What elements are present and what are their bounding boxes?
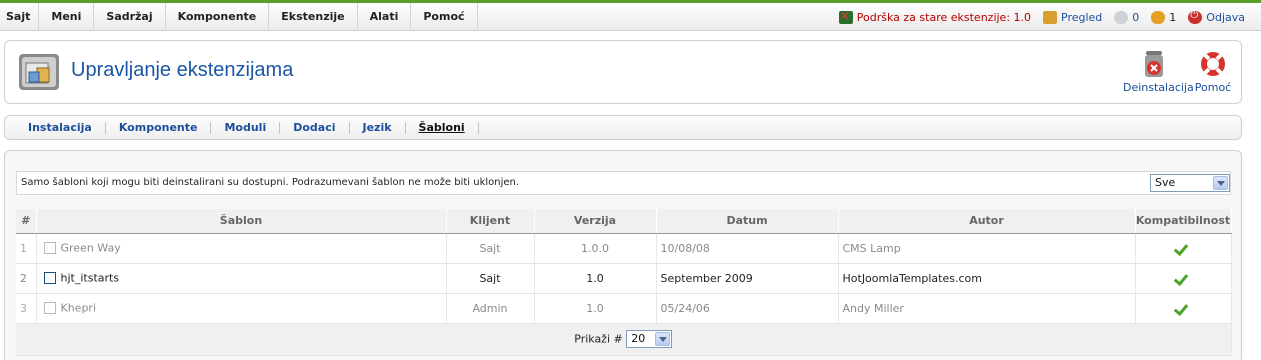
menu-item-menus[interactable]: Meni [39,3,95,31]
col-header-version: Verzija [534,209,657,234]
table-header-row: # Šablon Klijent Verzija Datum Autor Kom… [16,209,1232,234]
version-cell: 1.0 [534,293,657,324]
filter-message: Samo šabloni koji mogu biti deinstaliran… [21,177,520,188]
messages-status[interactable]: 0 [1114,10,1139,24]
compat-cell [1135,293,1232,324]
users-status: 1 [1151,10,1177,24]
main-menu: Sajt Meni Sadržaj Komponente Ekstenzije … [0,3,478,31]
date-cell: September 2009 [656,263,839,294]
messages-count[interactable]: 0 [1132,11,1139,24]
col-header-client: Klijent [446,209,535,234]
compat-cell [1135,233,1232,264]
template-name: Khepri [60,301,97,315]
author-cell: CMS Lamp [838,233,1136,264]
preview-label[interactable]: Pregled [1061,11,1102,24]
extension-submenu: Instalacija Komponente Moduli Dodaci Jez… [4,115,1242,140]
client-cell: Sajt [446,263,535,294]
version-cell: 1.0.0 [534,233,657,264]
lifebuoy-icon [1201,52,1225,76]
legacy-icon [838,9,853,24]
menu-item-help[interactable]: Pomoć [411,3,478,31]
template-name: hjt_itstarts [60,271,120,285]
menu-item-tools[interactable]: Alati [358,3,412,31]
check-icon [1176,302,1190,312]
table-row: 2 hjt_itstarts Sajt 1.0 September 2009 H… [16,263,1232,294]
menu-item-components[interactable]: Komponente [166,3,270,31]
pager-label: Prikaži # [574,332,623,346]
menu-item-extensions[interactable]: Ekstenzije [269,3,358,31]
row-num: 1 [16,233,37,264]
date-cell: 05/24/06 [656,293,839,324]
tab-modules[interactable]: Moduli [211,121,281,134]
author-cell: Andy Miller [838,293,1136,324]
trash-icon [1145,51,1163,77]
check-icon [1176,272,1190,282]
client-cell: Sajt [446,233,535,264]
pagination-cell: Prikaži # 20 [16,322,1232,356]
col-header-template[interactable]: Šablon [36,209,447,234]
row-num: 2 [16,263,37,294]
help-label: Pomoć [1194,81,1232,94]
template-cell: hjt_itstarts [36,263,447,294]
messages-icon [1114,10,1129,24]
legacy-status: Podrška za stare ekstenzije: 1.0 [838,9,1032,24]
logout-link[interactable]: Odjava [1188,10,1245,24]
row-checkbox [43,242,56,255]
template-name: Green Way [60,241,121,255]
col-header-author: Autor [838,209,1136,234]
col-header-compatibility: Kompatibilnost [1135,209,1232,234]
users-count: 1 [1169,10,1177,24]
menu-item-content[interactable]: Sadržaj [94,3,166,31]
table-row: 3 Khepri Admin 1.0 05/24/06 Andy Miller [16,293,1232,324]
uninstall-button[interactable]: Deinstalacija [1123,49,1194,99]
tab-templates[interactable]: Šabloni [406,121,479,134]
status-area: Podrška za stare ekstenzije: 1.0 Pregled… [827,3,1245,31]
col-header-date: Datum [656,209,839,234]
preview-link[interactable]: Pregled [1043,10,1102,24]
client-filter-value: Sve [1155,176,1176,189]
row-checkbox[interactable] [43,272,56,285]
uninstall-label: Deinstalacija [1123,81,1194,94]
check-icon [1176,242,1190,252]
extension-manager-icon [19,54,59,90]
tab-languages[interactable]: Jezik [350,121,406,134]
author-cell: HotJoomlaTemplates.com [838,263,1136,294]
pagination-row: Prikaži # 20 [16,322,1232,356]
users-icon [1151,10,1166,24]
tab-components[interactable]: Komponente [106,121,212,134]
logout-label[interactable]: Odjava [1206,11,1245,24]
legacy-label: Podrška za stare ekstenzije: 1.0 [856,10,1032,24]
col-header-num: # [16,209,37,234]
menu-item-site[interactable]: Sajt [0,3,40,31]
page-header: Upravljanje ekstenzijama Deinstalacija P… [4,40,1242,104]
template-cell: Green Way [36,233,447,264]
pager-limit-value: 20 [631,332,646,345]
tab-plugins[interactable]: Dodaci [280,121,350,134]
main-content: Samo šabloni koji mogu biti deinstaliran… [4,150,1242,360]
preview-icon [1043,10,1058,24]
templates-table: # Šablon Klijent Verzija Datum Autor Kom… [16,209,1232,356]
tab-install[interactable]: Instalacija [15,121,106,134]
admin-menubar: Sajt Meni Sadržaj Komponente Ekstenzije … [0,3,1261,31]
chevron-down-icon[interactable] [1213,176,1228,190]
help-button[interactable]: Pomoć [1185,49,1241,99]
version-cell: 1.0 [534,263,657,294]
table-row: 1 Green Way Sajt 1.0.0 10/08/08 CMS Lamp [16,233,1232,264]
row-num: 3 [16,293,37,324]
row-checkbox [43,302,56,315]
client-cell: Admin [446,293,535,324]
logout-icon [1188,10,1203,24]
client-filter-select[interactable]: Sve [1150,174,1230,192]
date-cell: 10/08/08 [656,233,839,264]
template-cell: Khepri [36,293,447,324]
page-title: Upravljanje ekstenzijama [71,59,294,81]
filter-bar: Samo šabloni koji mogu biti deinstaliran… [16,171,1231,195]
pager-limit-select[interactable]: 20 [626,330,673,348]
chevron-down-icon[interactable] [655,332,671,346]
compat-cell [1135,263,1232,294]
